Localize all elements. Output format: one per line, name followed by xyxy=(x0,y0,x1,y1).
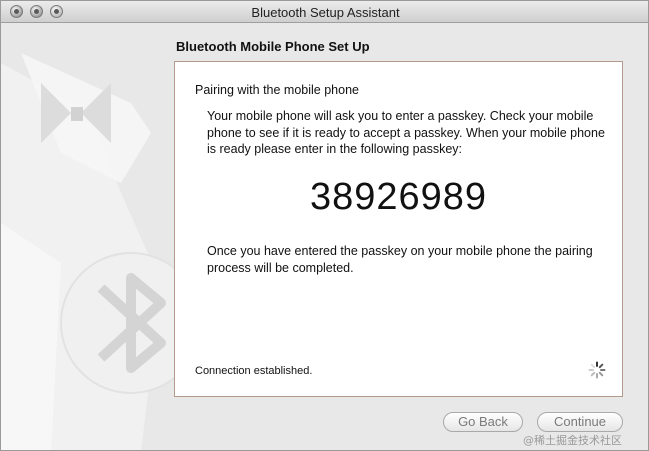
completion-text: Once you have entered the passkey on you… xyxy=(207,244,593,275)
passkey-display: 38926989 xyxy=(309,176,488,218)
window-title: Bluetooth Setup Assistant xyxy=(251,5,400,20)
continue-button[interactable]: Continue xyxy=(537,412,623,432)
section-heading: Bluetooth Mobile Phone Set Up xyxy=(176,39,370,54)
assistant-window: Bluetooth Setup Assistant Bluetooth Mobi… xyxy=(0,0,649,451)
title-bar: Bluetooth Setup Assistant xyxy=(1,1,648,23)
panel-title: Pairing with the mobile phone xyxy=(195,83,359,97)
progress-spinner-icon xyxy=(588,361,606,379)
watermark-text: @稀土掘金技术社区 xyxy=(523,434,622,447)
passkey-instructions: Your mobile phone will ask you to enter … xyxy=(207,109,605,156)
connection-status: Connection established. xyxy=(195,365,313,377)
tuxedo-background-art xyxy=(1,53,181,450)
go-back-button[interactable]: Go Back xyxy=(443,412,523,432)
pairing-panel: Pairing with the mobile phone Your mobil… xyxy=(174,61,623,397)
